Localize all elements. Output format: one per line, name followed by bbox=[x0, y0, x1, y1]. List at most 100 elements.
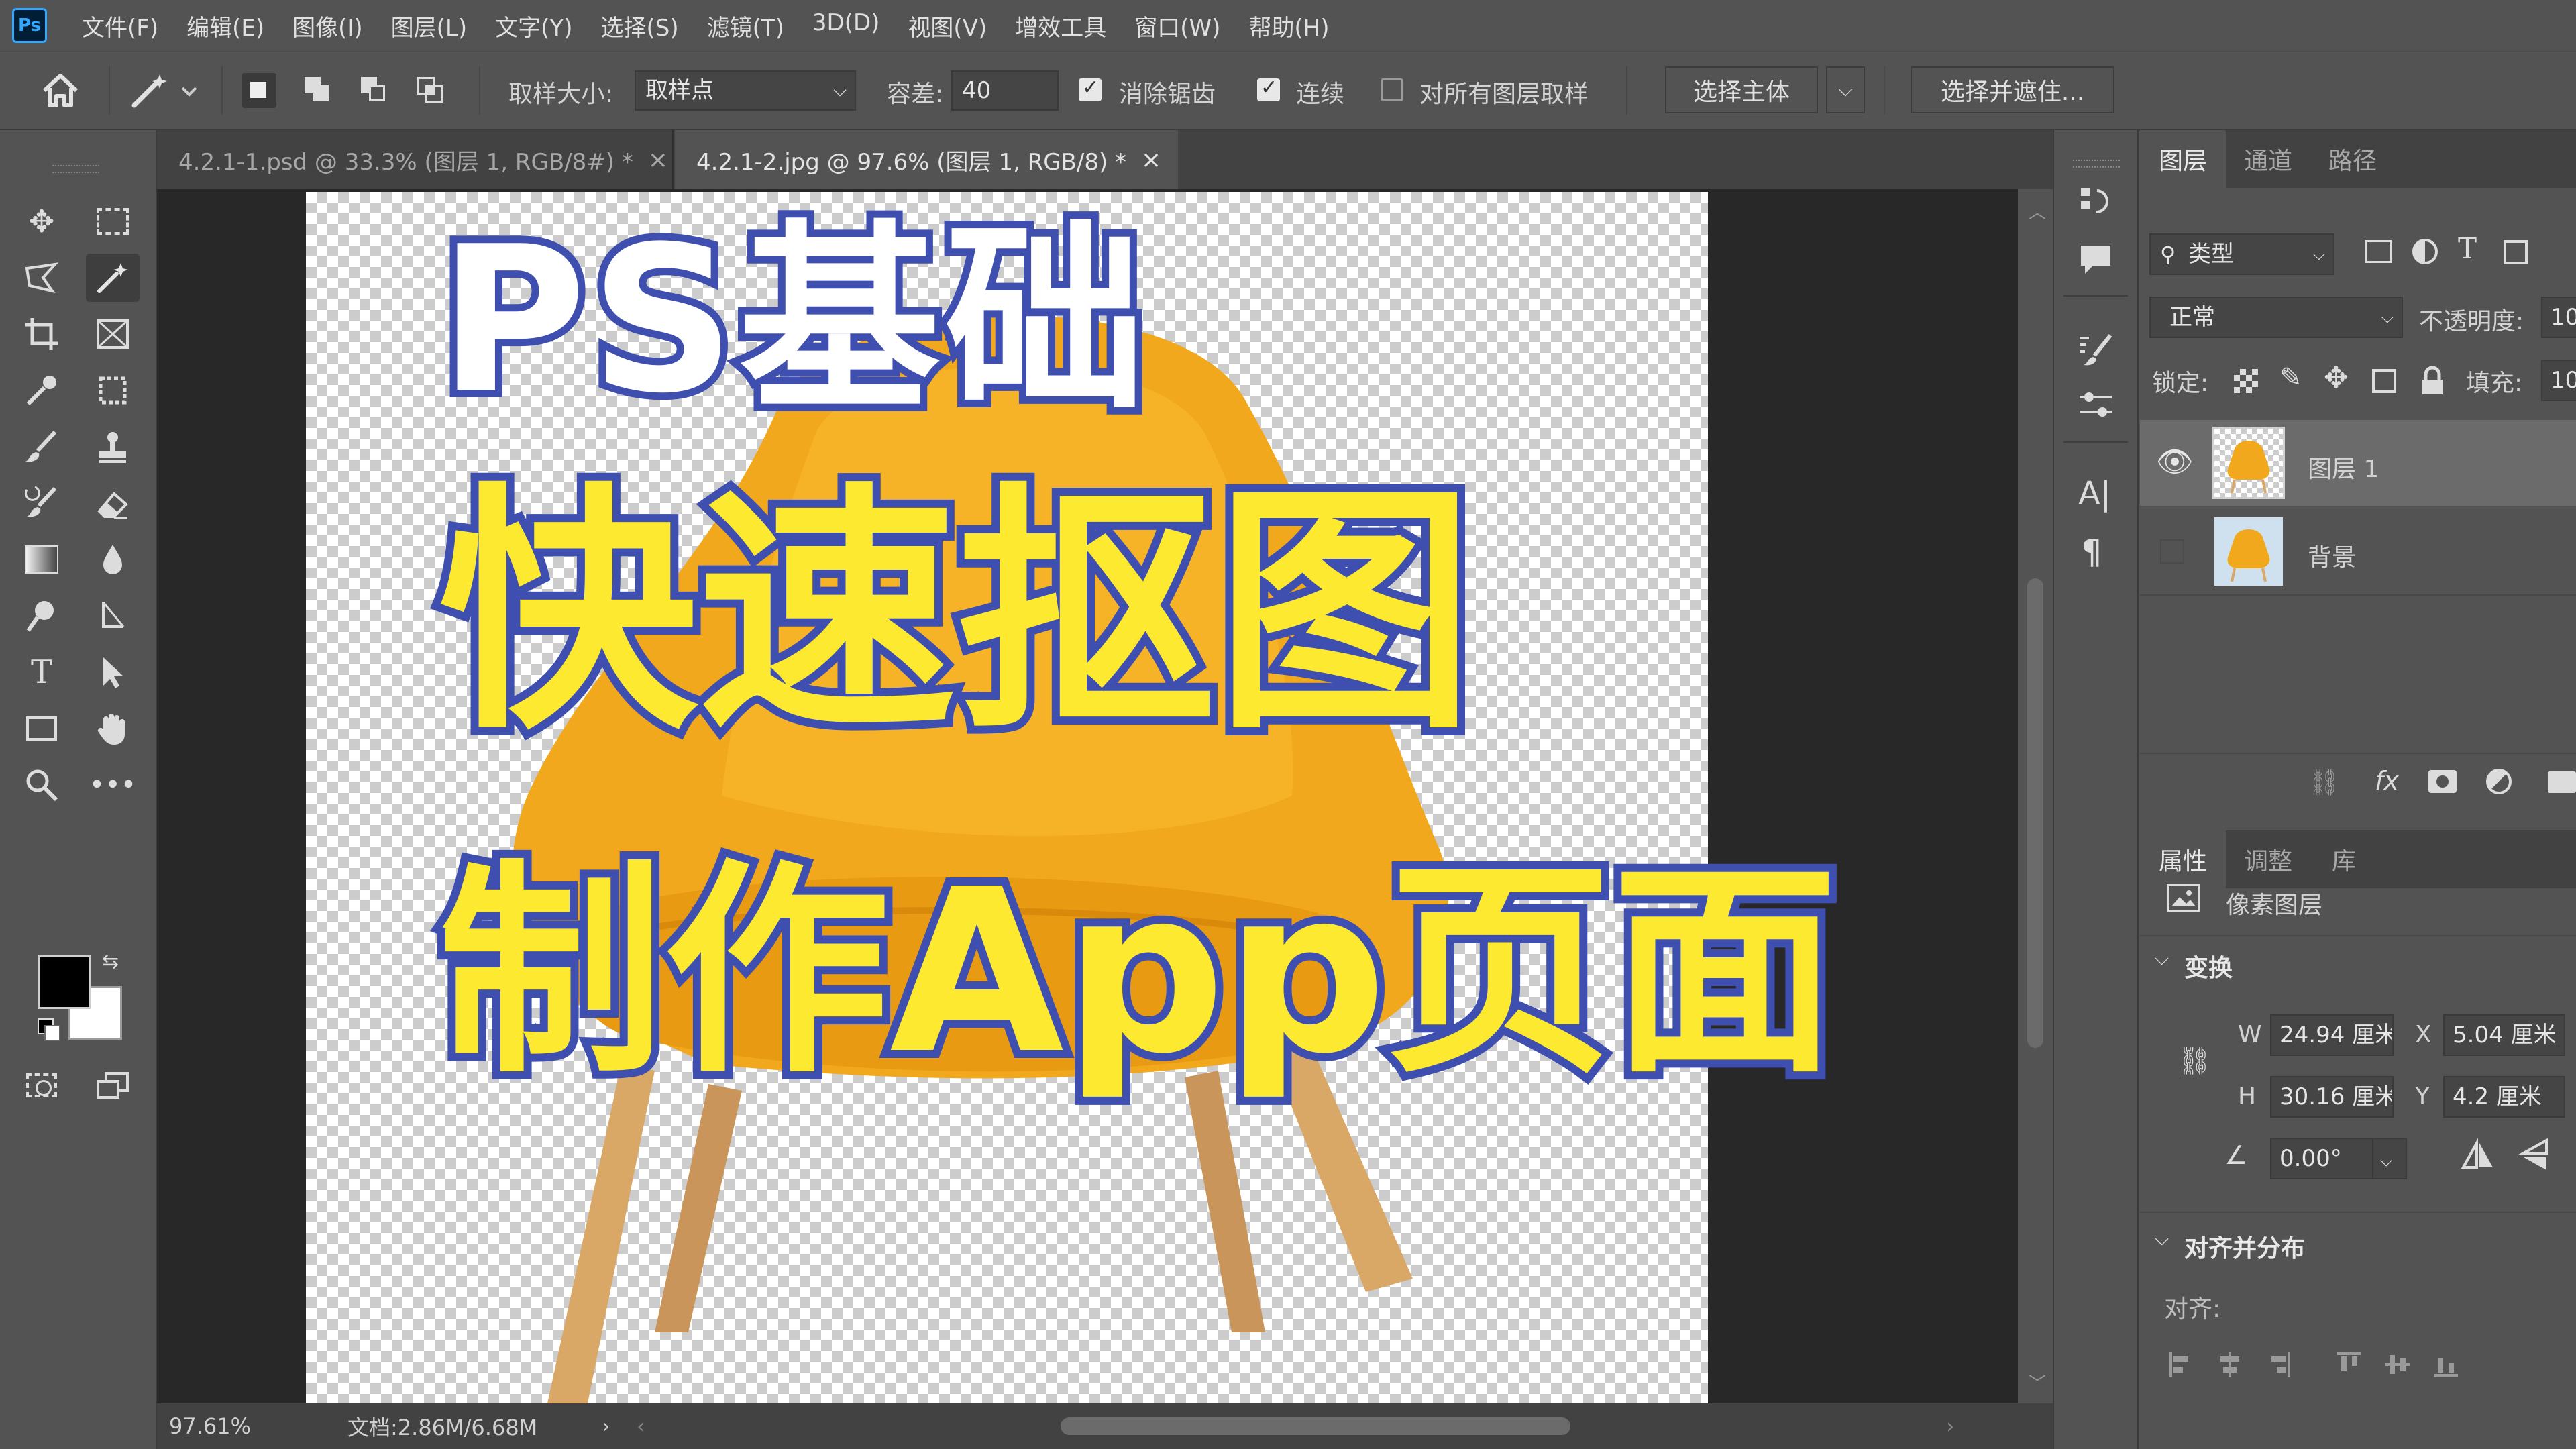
menu-item[interactable]: 滤镜(T) bbox=[707, 9, 784, 42]
opacity-input[interactable]: 100% bbox=[2541, 297, 2576, 338]
tab-channels[interactable]: 通道 bbox=[2226, 130, 2310, 188]
tab-properties[interactable]: 属性 bbox=[2140, 830, 2226, 888]
toolbar-grip[interactable] bbox=[52, 165, 99, 173]
marquee-tool-icon[interactable] bbox=[86, 197, 140, 246]
select-subject-dropdown[interactable]: ⌵ bbox=[1826, 66, 1865, 113]
link-layers-icon[interactable]: ⛓ bbox=[2308, 767, 2340, 798]
vertical-scrollbar[interactable]: ︿ ﹀ bbox=[2018, 189, 2053, 1403]
swap-colors-icon[interactable]: ⇆ bbox=[102, 950, 119, 973]
status-menu-chevron-icon[interactable]: › bbox=[602, 1415, 610, 1438]
scroll-up-icon[interactable]: ︿ bbox=[2029, 199, 2046, 223]
filter-shape-icon[interactable] bbox=[2504, 240, 2528, 264]
comments-icon[interactable] bbox=[2076, 239, 2116, 282]
menu-item[interactable]: 3D(D) bbox=[812, 9, 880, 42]
eraser-tool-icon[interactable] bbox=[86, 479, 140, 527]
lock-transparent-icon[interactable] bbox=[2234, 369, 2258, 393]
close-icon[interactable]: × bbox=[648, 146, 668, 174]
menu-item[interactable]: 文字(Y) bbox=[495, 9, 572, 42]
spot-healing-tool-icon[interactable] bbox=[86, 366, 140, 415]
height-input[interactable]: 30.16 厘米 bbox=[2270, 1076, 2394, 1118]
lasso-tool-icon[interactable] bbox=[15, 254, 68, 302]
rectangle-tool-icon[interactable] bbox=[15, 704, 68, 753]
width-input[interactable]: 24.94 厘米 bbox=[2270, 1014, 2394, 1056]
layer-filter-select[interactable]: ⚲ 类型 ⌵ bbox=[2149, 233, 2334, 275]
history-brush-tool-icon[interactable] bbox=[15, 479, 68, 527]
tab-paths[interactable]: 路径 bbox=[2310, 130, 2395, 188]
chevron-down-icon[interactable]: ⌵ bbox=[2155, 1228, 2169, 1250]
x-input[interactable]: 5.04 厘米 bbox=[2443, 1014, 2565, 1056]
hand-tool-icon[interactable] bbox=[86, 704, 140, 753]
intersect-selection-button[interactable] bbox=[413, 73, 448, 108]
chevron-down-icon[interactable]: ⌵ bbox=[2155, 947, 2169, 970]
eyedropper-tool-icon[interactable] bbox=[15, 366, 68, 415]
menu-item[interactable]: 图层(L) bbox=[391, 9, 467, 42]
subtract-from-selection-button[interactable] bbox=[357, 73, 392, 108]
layer-row-background[interactable]: 背景 bbox=[2140, 508, 2576, 596]
zoom-level[interactable]: 97.61% bbox=[169, 1413, 303, 1439]
dodge-tool-icon[interactable] bbox=[15, 592, 68, 640]
contiguous-checkbox[interactable] bbox=[1257, 76, 1280, 101]
select-and-mask-button[interactable]: 选择并遮住... bbox=[1911, 66, 2114, 113]
history-icon[interactable] bbox=[2076, 181, 2116, 224]
menu-item[interactable]: 视图(V) bbox=[908, 9, 987, 42]
new-group-icon[interactable] bbox=[2548, 771, 2576, 793]
tab-adjustments[interactable]: 调整 bbox=[2226, 830, 2310, 888]
crop-tool-icon[interactable] bbox=[15, 310, 68, 358]
tab-layers[interactable]: 图层 bbox=[2140, 130, 2226, 188]
new-selection-button[interactable] bbox=[241, 73, 276, 108]
zoom-tool-icon[interactable] bbox=[15, 761, 68, 809]
flip-vertical-icon[interactable] bbox=[2516, 1136, 2553, 1177]
default-colors-icon[interactable] bbox=[38, 1018, 60, 1041]
menu-item[interactable]: 选择(S) bbox=[600, 9, 678, 42]
strip-grip[interactable] bbox=[2073, 160, 2120, 168]
scroll-thumb[interactable] bbox=[2027, 578, 2043, 1048]
move-tool-icon[interactable]: ✥ bbox=[15, 197, 68, 246]
new-adjustment-layer-icon[interactable] bbox=[2486, 769, 2512, 794]
type-tool-icon[interactable]: T bbox=[15, 648, 68, 696]
select-subject-button[interactable]: 选择主体 bbox=[1665, 66, 1818, 113]
filter-pixel-icon[interactable] bbox=[2365, 240, 2392, 263]
blend-mode-select[interactable]: 正常 ⌵ bbox=[2149, 297, 2403, 338]
magic-wand-tool-icon[interactable] bbox=[86, 254, 140, 302]
y-input[interactable]: 4.2 厘米 bbox=[2443, 1076, 2565, 1118]
layer-row-layer-1[interactable]: 👁 图层 1 bbox=[2140, 420, 2576, 506]
menu-item[interactable]: 编辑(E) bbox=[186, 9, 264, 42]
brush-tool-icon[interactable] bbox=[15, 423, 68, 471]
blur-tool-icon[interactable] bbox=[86, 535, 140, 584]
anti-alias-checkbox[interactable] bbox=[1079, 76, 1102, 101]
foreground-color-swatch[interactable] bbox=[38, 955, 91, 1009]
lock-image-pixels-icon[interactable]: ✎ bbox=[2279, 362, 2302, 393]
sample-size-select[interactable]: 取样点 ⌵ bbox=[635, 70, 856, 111]
horizontal-scroll-thumb[interactable] bbox=[1061, 1417, 1571, 1435]
lock-position-icon[interactable]: ✥ bbox=[2324, 361, 2349, 395]
tolerance-input[interactable]: 40 bbox=[951, 70, 1059, 111]
align-left-icon[interactable] bbox=[2167, 1350, 2196, 1382]
scroll-down-icon[interactable]: ﹀ bbox=[2029, 1370, 2046, 1395]
magic-wand-preset-icon[interactable] bbox=[125, 68, 205, 113]
align-bottom-icon[interactable] bbox=[2431, 1350, 2461, 1382]
brush-settings-icon[interactable] bbox=[2076, 329, 2116, 372]
menu-item[interactable]: 文件(F) bbox=[82, 9, 158, 42]
tab-document-2[interactable]: 4.2.1-2.jpg @ 97.6% (图层 1, RGB/8) * × bbox=[675, 130, 1178, 189]
lock-all-icon[interactable] bbox=[2420, 366, 2445, 398]
close-icon[interactable]: × bbox=[1141, 146, 1161, 174]
gradient-tool-icon[interactable] bbox=[15, 535, 68, 584]
align-right-icon[interactable] bbox=[2263, 1350, 2293, 1382]
clone-stamp-tool-icon[interactable] bbox=[86, 423, 140, 471]
add-to-selection-button[interactable] bbox=[301, 73, 335, 108]
layer-style-fx-icon[interactable]: fx bbox=[2375, 766, 2399, 796]
menu-item[interactable]: 窗口(W) bbox=[1134, 9, 1220, 42]
screen-mode-icon[interactable] bbox=[86, 1061, 140, 1110]
adjust-sliders-icon[interactable] bbox=[2076, 385, 2116, 428]
align-top-icon[interactable] bbox=[2334, 1350, 2364, 1382]
filter-type-icon[interactable]: T bbox=[2458, 232, 2477, 265]
lock-artboard-icon[interactable] bbox=[2372, 369, 2396, 393]
scroll-right-icon[interactable]: › bbox=[1946, 1415, 1954, 1438]
quick-mask-icon[interactable] bbox=[15, 1061, 68, 1110]
add-mask-icon[interactable] bbox=[2428, 770, 2457, 793]
link-dimensions-icon[interactable]: ⛓ bbox=[2178, 1045, 2212, 1077]
angle-input[interactable]: 0.00° bbox=[2270, 1138, 2373, 1179]
paragraph-icon[interactable]: ¶ bbox=[2081, 533, 2102, 572]
sample-all-layers-checkbox[interactable] bbox=[1381, 78, 1403, 101]
flip-horizontal-icon[interactable] bbox=[2459, 1136, 2497, 1177]
